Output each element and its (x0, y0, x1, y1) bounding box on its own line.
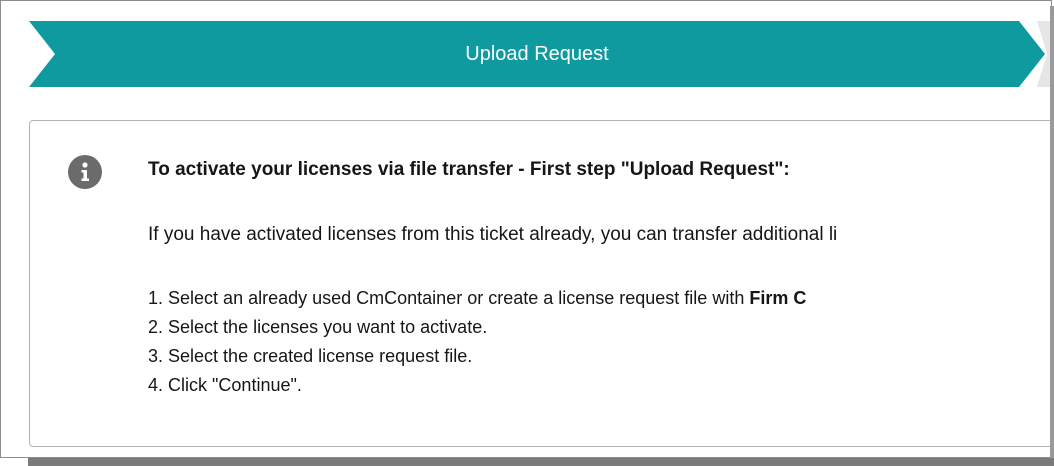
step-number: 1. (148, 288, 164, 308)
instruction-steps: 1. Select an already used CmContainer or… (148, 284, 806, 400)
info-panel: To activate your licenses via file trans… (29, 120, 1051, 447)
frame-shadow-right (1050, 6, 1054, 458)
step-text: Select the created license request file. (168, 346, 473, 366)
panel-heading: To activate your licenses via file trans… (148, 159, 790, 180)
step-number: 3. (148, 346, 164, 366)
step-item: 2. Select the licenses you want to activ… (148, 313, 806, 342)
step-item: 3. Select the created license request fi… (148, 342, 806, 371)
step-number: 4. (148, 375, 164, 395)
info-icon (68, 155, 102, 189)
next-step-arrow-edge (1037, 21, 1051, 87)
wizard-frame: Upload Request To activate your licenses… (0, 0, 1052, 458)
step-text: Select the licenses you want to activate… (168, 317, 488, 337)
step-upload-request[interactable]: Upload Request (29, 21, 1045, 87)
step-number: 2. (148, 317, 164, 337)
step-item: 1. Select an already used CmContainer or… (148, 284, 806, 313)
step-text: Click "Continue". (168, 375, 302, 395)
step-emphasis: Firm C (749, 288, 807, 308)
step-title: Upload Request (465, 43, 609, 65)
panel-intro-text: If you have activated licenses from this… (148, 224, 838, 245)
step-text: Select an already used CmContainer or cr… (168, 288, 750, 308)
frame-shadow-bottom (28, 458, 1054, 466)
step-item: 4. Click "Continue". (148, 371, 806, 400)
